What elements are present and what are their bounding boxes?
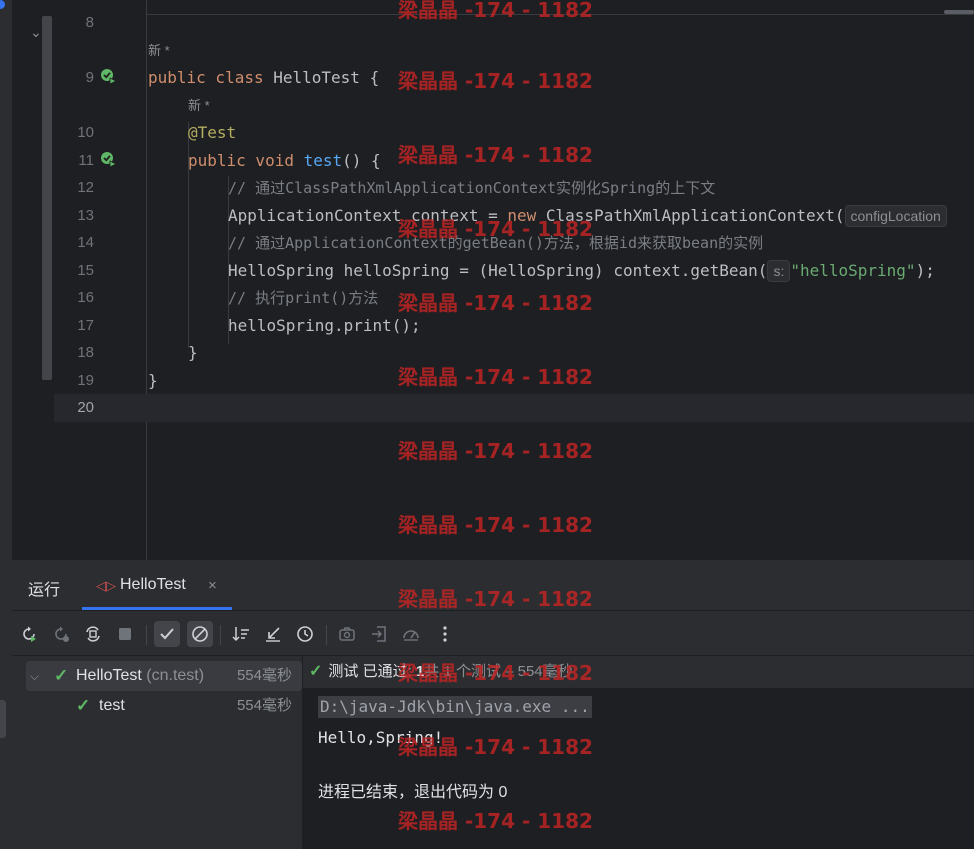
code-vision-hint[interactable]: 新 *	[188, 97, 210, 115]
chevron-down-icon[interactable]: ⌵	[30, 661, 39, 691]
code-text: HelloSpring helloSpring = (HelloSpring) …	[228, 261, 768, 280]
current-line-highlight	[54, 394, 974, 422]
annotation: @Test	[188, 123, 237, 142]
line-number: 8	[85, 14, 94, 31]
toolbar-separator	[326, 625, 327, 645]
line-number: 15	[77, 262, 94, 279]
comment: // 执行print()方法	[228, 289, 379, 307]
history-icon[interactable]	[292, 621, 318, 647]
test-duration: 554毫秒	[236, 697, 292, 714]
keyword: public class	[148, 68, 274, 87]
line-number: 17	[77, 317, 94, 334]
code-text: ApplicationContext context =	[228, 206, 508, 225]
status-count: 1	[415, 663, 425, 680]
status-suffix: 共 1 个测试 – 554毫秒	[424, 663, 573, 680]
test-method-name: test	[99, 697, 125, 714]
toggle-auto-test-icon[interactable]	[80, 621, 106, 647]
test-config-icon: ◁▷	[96, 578, 116, 593]
line-number: 19	[77, 372, 94, 389]
line-number-current: 20	[77, 399, 94, 416]
test-results-tree: ⌵ ✓ HelloTest (cn.test) 554毫秒 ✓ test 554…	[12, 656, 303, 849]
code-text: () {	[342, 151, 381, 170]
keyword: public void	[188, 151, 304, 170]
code-vision-hint[interactable]: 新 *	[148, 42, 170, 60]
run-panel-title: 运行	[28, 582, 61, 599]
test-tree-root[interactable]: ⌵ ✓ HelloTest (cn.test) 554毫秒	[26, 661, 302, 691]
notification-dot	[0, 0, 5, 9]
show-ignored-icon[interactable]	[187, 621, 213, 647]
line-number: 13	[77, 207, 94, 224]
line-number: 16	[77, 289, 94, 306]
fold-chevron-icon[interactable]: ⌄	[30, 24, 42, 41]
line-number: 12	[77, 179, 94, 196]
passed-check-icon: ✓	[309, 663, 323, 680]
code-line-15: HelloSpring helloSpring = (HelloSpring) …	[228, 260, 935, 282]
console-output-line: Hello,Spring!	[318, 728, 444, 747]
editor-top-divider	[54, 14, 974, 15]
code-text: );	[915, 261, 935, 280]
close-tab-icon[interactable]: ×	[208, 577, 217, 594]
code-editor[interactable]: ⌄ 8 9 10 11 12 13 14 15 16 17 18 19 20 新…	[12, 0, 974, 560]
rerun-icon[interactable]	[16, 621, 42, 647]
code-line-11: public void test() {	[188, 150, 381, 172]
test-duration: 554毫秒	[236, 667, 292, 684]
horizontal-scroll-thumb[interactable]	[944, 10, 974, 14]
class-name: HelloTest {	[273, 68, 380, 87]
run-test-passed-icon[interactable]	[100, 151, 118, 169]
side-tab-handle[interactable]	[0, 700, 6, 738]
toolbar-separator	[220, 625, 221, 645]
line-number: 18	[77, 344, 94, 361]
test-package: (cn.test)	[146, 667, 205, 684]
code-line-13: ApplicationContext context = new ClassPa…	[228, 205, 947, 227]
run-header: 运行 ◁▷ HelloTest ×	[12, 560, 974, 611]
toolbar-separator	[146, 625, 147, 645]
test-status-bar: ✓ 测试 已通过: 1共 1 个测试 – 554毫秒	[303, 656, 974, 688]
active-tab-indicator	[82, 607, 232, 610]
run-tab-hellotest[interactable]: ◁▷ HelloTest ×	[82, 560, 232, 610]
code-line-19: }	[148, 371, 158, 390]
stop-icon[interactable]	[112, 621, 138, 647]
parameter-hint: configLocation	[844, 205, 947, 227]
console-exit-line: 进程已结束，退出代码为 0	[318, 784, 508, 801]
collapse-icon[interactable]	[260, 621, 286, 647]
test-tree-child[interactable]: ✓ test 554毫秒	[26, 691, 302, 721]
more-icon[interactable]	[432, 621, 458, 647]
line-number: 11	[78, 152, 94, 169]
show-passed-icon[interactable]	[154, 621, 180, 647]
rerun-failed-icon[interactable]	[48, 621, 74, 647]
string-literal: "helloSpring"	[790, 261, 916, 280]
passed-check-icon: ✓	[54, 666, 69, 685]
test-class-name: HelloTest	[76, 667, 142, 684]
status-prefix: 测试 已通过:	[328, 663, 412, 680]
coverage-icon[interactable]	[398, 621, 424, 647]
method-name: test	[303, 151, 343, 170]
line-number: 14	[77, 234, 94, 251]
run-tool-window: 运行 ◁▷ HelloTest × ⌵ ✓ HelloTest (cn.test…	[12, 560, 974, 849]
sort-icon[interactable]	[228, 621, 254, 647]
line-number: 9	[85, 69, 94, 86]
code-line-9: public class HelloTest {	[148, 67, 379, 89]
run-tab-label: HelloTest	[120, 576, 186, 593]
comment: // 通过ClassPathXmlApplicationContext实例化Sp…	[228, 179, 716, 197]
gutter-separator	[146, 0, 147, 560]
code-line-17: helloSpring.print();	[228, 316, 421, 335]
comment: // 通过ApplicationContext的getBean()方法，根据id…	[228, 234, 764, 252]
console-command-line[interactable]: D:\java-Jdk\bin\java.exe ...	[318, 696, 592, 718]
vertical-scroll-thumb[interactable]	[42, 16, 52, 380]
passed-check-icon: ✓	[76, 696, 91, 715]
run-toolbar	[12, 611, 974, 656]
keyword: new	[507, 206, 546, 225]
parameter-hint: s:	[767, 260, 791, 282]
code-text: ClassPathXmlApplicationContext(	[545, 206, 845, 225]
console-output[interactable]: ✓ 测试 已通过: 1共 1 个测试 – 554毫秒 D:\java-Jdk\bi…	[303, 656, 974, 849]
run-test-passed-icon[interactable]	[100, 68, 118, 86]
code-line-18: }	[188, 343, 198, 362]
line-number: 10	[77, 124, 94, 141]
import-icon[interactable]	[366, 621, 392, 647]
camera-icon[interactable]	[334, 621, 360, 647]
